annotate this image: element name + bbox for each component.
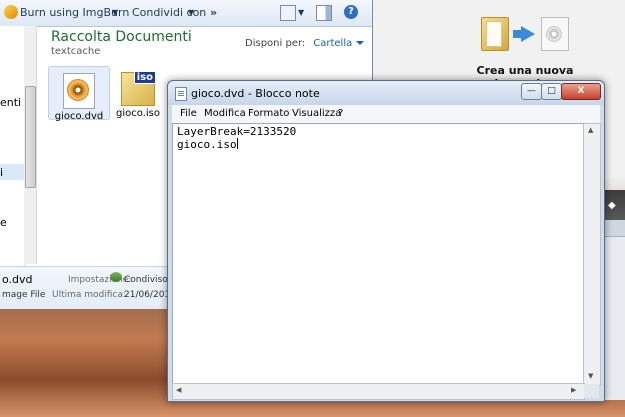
menu-help[interactable]: ? [338,108,343,119]
notepad-window: gioco.dvd - Blocco note — □ X File Modif… [167,80,605,402]
close-icon: ◆ [608,200,616,211]
background-window-toolbar [603,220,625,237]
nav-item[interactable]: e [0,216,7,229]
file-name: gioco.iso [116,108,160,119]
disc-image-icon [541,17,569,51]
menu-formato[interactable]: Formato [248,108,289,119]
text-line: LayerBreak=2133520 [177,125,297,138]
details-setting-value: Condiviso [124,275,168,285]
menu-bar: File Modifica Formato Visualizza ? [172,105,600,124]
file-item-gioco-iso[interactable]: iso gioco.iso [108,66,168,119]
explorer-toolbar: Burn using ImgBurn ▼ Condividi con ▼ » ▼… [0,0,372,27]
file-name: gioco.dvd [54,111,104,122]
chevron-down-icon[interactable]: ▼ [188,8,194,17]
text-line: gioco.iso [177,138,237,151]
menu-visualizza[interactable]: Visualizza [292,108,341,119]
text-editor-area[interactable]: LayerBreak=2133520 gioco.iso [172,123,585,384]
file-item-gioco-dvd[interactable]: gioco.dvd [48,66,110,122]
minimize-button[interactable]: — [521,83,542,100]
details-file-name: o.dvd [2,273,33,286]
scroll-up-icon[interactable]: ▲ [588,126,593,134]
nav-scrollbar[interactable] [24,26,37,264]
close-button[interactable]: X [561,83,601,100]
folder-icon [481,17,509,51]
background-window-titlebar: ◆ [603,190,625,220]
notepad-titlebar[interactable]: gioco.dvd - Blocco note — □ X [168,81,604,105]
shared-users-icon [110,272,122,282]
navigation-pane: enti i e [0,26,25,266]
scrollbar-thumb[interactable] [25,86,36,188]
create-image-shortcut[interactable]: Crea una nuova immagine [455,12,595,90]
preview-pane-icon[interactable] [316,5,332,21]
scroll-right-icon[interactable]: ▶ [571,386,576,394]
dvd-file-icon [63,73,95,109]
notepad-icon [175,87,187,101]
arrow-right-icon [513,26,535,42]
share-with-button[interactable]: Condividi con [132,6,206,19]
window-title: gioco.dvd - Blocco note [191,87,320,100]
menu-file[interactable]: File [180,108,197,119]
arrange-by: Disponi per: Cartella [245,38,365,49]
nav-item[interactable]: enti [0,96,21,109]
chevron-down-icon[interactable]: ▼ [298,8,304,17]
arrange-dropdown[interactable]: Cartella [313,38,352,49]
text-caret [236,138,238,149]
imgburn-icon [4,5,18,19]
details-modified-label: Ultima modifica: [52,290,126,300]
chevron-down-icon[interactable] [356,41,365,45]
scroll-left-icon[interactable]: ◀ [176,386,181,394]
horizontal-scrollbar[interactable]: ◀ ▶ [172,383,585,400]
library-subtitle: textcache [51,46,101,57]
chevron-down-icon[interactable]: ▼ [112,8,118,17]
menu-modifica[interactable]: Modifica [204,108,246,119]
details-file-type: mage File [2,290,46,300]
nav-item[interactable]: i [0,166,3,179]
maximize-button[interactable]: □ [541,83,562,100]
view-options-icon[interactable] [280,5,296,21]
arrange-label: Disponi per: [245,38,306,49]
library-title: Raccolta Documenti [51,29,192,45]
help-icon[interactable]: ? [344,5,358,19]
nav-item-selected[interactable] [0,164,24,180]
resize-grip[interactable] [584,384,599,398]
scroll-down-icon[interactable]: ▼ [588,372,593,380]
more-commands-button[interactable]: » [210,6,217,19]
iso-file-icon: iso [121,71,156,106]
vertical-scrollbar[interactable]: ▲ ▼ [583,123,601,386]
